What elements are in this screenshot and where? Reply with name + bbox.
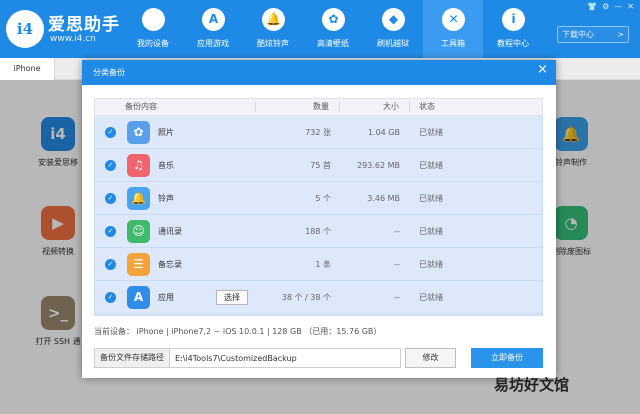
nav-item[interactable]: 🔔 酷炫铃声 xyxy=(243,0,303,58)
nav-item[interactable]: A 应用游戏 xyxy=(183,0,243,58)
column-header-size: 大小 xyxy=(383,102,399,111)
row-size: 1.04 GB xyxy=(367,128,400,137)
column-header-content: 备份内容 xyxy=(125,102,157,111)
table-row[interactable]: ✓ ♫ 音乐 75 首 293.62 MB 已就绪 xyxy=(95,149,542,182)
backup-rows: ✓ ✿ 照片 732 张 1.04 GB 已就绪 ✓ ♫ 音乐 75 首 293.62 MB 已就绪 ✓… xyxy=(94,116,543,316)
nav-label: 酷炫铃声 xyxy=(257,39,289,48)
nav-label: 工具箱 xyxy=(441,39,465,48)
row-status: 已就绪 xyxy=(419,293,443,302)
row-name: 通讯录 xyxy=(158,227,182,236)
backup-now-button[interactable]: 立即备份 xyxy=(471,348,543,368)
minimize-icon[interactable]: — xyxy=(614,2,622,11)
row-status: 已就绪 xyxy=(419,128,443,137)
window-controls: 👕 ⚙ — ✕ xyxy=(587,2,634,11)
row-count: 38 个 / 38 个 xyxy=(281,293,331,302)
close-icon[interactable]: ✕ xyxy=(627,2,634,11)
column-header-status: 状态 xyxy=(419,102,435,111)
dropbox-icon: ◆ xyxy=(382,8,405,31)
dialog-title: 分类备份 xyxy=(93,68,125,77)
row-size: -- xyxy=(394,227,400,236)
flower-icon: ✿ xyxy=(322,8,345,31)
column-divider xyxy=(339,102,340,112)
bell-icon: 🔔 xyxy=(127,187,150,210)
column-divider xyxy=(409,102,410,112)
i4-logo-icon: i4 xyxy=(6,10,44,48)
row-name: 应用 xyxy=(158,293,174,302)
nav-label: 刷机越狱 xyxy=(377,39,409,48)
row-count: 732 张 xyxy=(305,128,331,137)
watermark-text: 易坊好文馆 xyxy=(494,376,570,394)
row-size: -- xyxy=(394,260,400,269)
download-center-label: 下载中心 xyxy=(562,30,594,39)
app-store-icon: A xyxy=(202,8,225,31)
nav-item[interactable]: ✿ 高清壁纸 xyxy=(303,0,363,58)
table-row[interactable]: ✓ ☰ 备忘录 1 条 -- 已就绪 xyxy=(95,248,542,281)
contacts-icon: ☺ xyxy=(127,220,150,243)
row-count: 188 个 xyxy=(305,227,331,236)
column-header-count: 数量 xyxy=(313,102,329,111)
download-center-button[interactable]: 下载中心 > xyxy=(557,26,629,43)
nav-label: 教程中心 xyxy=(497,39,529,48)
nav-label: 高清壁纸 xyxy=(317,39,349,48)
row-checkbox[interactable]: ✓ xyxy=(105,193,116,204)
nav-item[interactable]: ✕ 工具箱 xyxy=(423,0,483,58)
backup-path-box: 备份文件存储路径 xyxy=(94,348,401,368)
category-backup-dialog: 分类备份 × 备份内容 数量 大小 状态 ✓ ✿ 照片 732 张 1.04 GB 已就绪… xyxy=(82,60,556,378)
row-status: 已就绪 xyxy=(419,194,443,203)
row-checkbox[interactable]: ✓ xyxy=(105,292,116,303)
row-name: 音乐 xyxy=(158,161,174,170)
row-size: 3.46 MB xyxy=(367,194,400,203)
backup-path-input[interactable] xyxy=(175,351,395,365)
backup-path-label: 备份文件存储路径 xyxy=(95,349,170,367)
dialog-titlebar: 分类备份 × xyxy=(82,60,556,85)
nav-label: 我的设备 xyxy=(137,39,169,48)
nav-item[interactable]: i 教程中心 xyxy=(483,0,543,58)
row-status: 已就绪 xyxy=(419,227,443,236)
top-bar: i4 爱思助手 www.i4.cn 我的设备 A 应用游戏 🔔 酷炫铃声 ✿ 高清壁纸 ◆ 刷机… xyxy=(0,0,640,58)
info-icon: i xyxy=(502,8,525,31)
nav-item[interactable]: ◆ 刷机越狱 xyxy=(363,0,423,58)
row-checkbox[interactable]: ✓ xyxy=(105,127,116,138)
download-arrow-icon: > xyxy=(617,30,624,39)
modify-path-button[interactable]: 修改 xyxy=(405,348,456,368)
table-header: 备份内容 数量 大小 状态 xyxy=(94,98,543,116)
dialog-close-icon[interactable]: × xyxy=(537,62,548,78)
skin-icon[interactable]: 👕 xyxy=(587,2,597,11)
notes-icon: ☰ xyxy=(127,253,150,276)
row-size: -- xyxy=(394,293,400,302)
brand: i4 爱思助手 www.i4.cn xyxy=(6,8,119,50)
tab-iphone[interactable]: iPhone xyxy=(0,58,55,80)
select-apps-button[interactable]: 选择 xyxy=(216,290,248,305)
table-row[interactable]: ✓ ✿ 照片 732 张 1.04 GB 已就绪 xyxy=(95,116,542,149)
bell-icon: 🔔 xyxy=(262,8,285,31)
table-row[interactable]: ✓ 🔔 铃声 5 个 3.46 MB 已就绪 xyxy=(95,182,542,215)
main-nav: 我的设备 A 应用游戏 🔔 酷炫铃声 ✿ 高清壁纸 ◆ 刷机越狱 ✕ 工具箱 i 教程中心 xyxy=(123,0,543,58)
brand-url: www.i4.cn xyxy=(50,34,96,44)
row-size: 293.62 MB xyxy=(357,161,400,170)
row-count: 5 个 xyxy=(315,194,331,203)
photos-icon: ✿ xyxy=(127,121,150,144)
settings-icon[interactable]: ⚙ xyxy=(602,2,609,11)
row-name: 照片 xyxy=(158,128,174,137)
app-store-icon: A xyxy=(127,286,150,309)
table-row[interactable]: ✓ ☺ 通讯录 188 个 -- 已就绪 xyxy=(95,215,542,248)
row-checkbox[interactable]: ✓ xyxy=(105,226,116,237)
row-name: 铃声 xyxy=(158,194,174,203)
row-status: 已就绪 xyxy=(419,260,443,269)
row-name: 备忘录 xyxy=(158,260,182,269)
row-checkbox[interactable]: ✓ xyxy=(105,160,116,171)
row-checkbox[interactable]: ✓ xyxy=(105,259,116,270)
brand-name: 爱思助手 xyxy=(48,15,120,35)
music-icon: ♫ xyxy=(127,154,150,177)
apple-icon xyxy=(142,8,165,31)
column-divider xyxy=(255,102,256,112)
row-status: 已就绪 xyxy=(419,161,443,170)
table-row[interactable]: ✓ A 应用 选择 38 个 / 38 个 -- 已就绪 xyxy=(95,281,542,314)
row-count: 1 条 xyxy=(315,260,331,269)
tools-icon: ✕ xyxy=(442,8,465,31)
nav-label: 应用游戏 xyxy=(197,39,229,48)
nav-item[interactable]: 我的设备 xyxy=(123,0,183,58)
device-info: 当前设备： iPhone | iPhone7,2 ~ iOS 10.0.1 | … xyxy=(94,327,382,336)
row-count: 75 首 xyxy=(310,161,331,170)
